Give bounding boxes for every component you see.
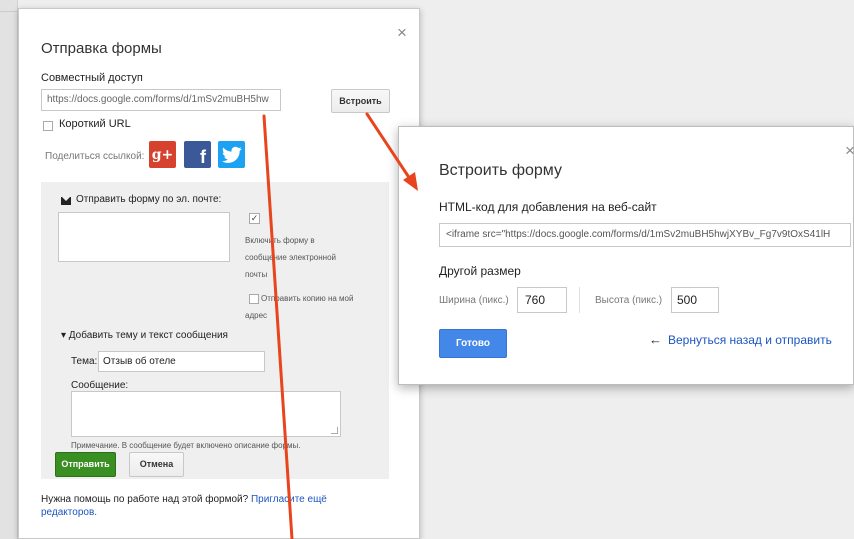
height-label: Высота (пикс.) <box>595 295 663 306</box>
message-textarea[interactable] <box>71 391 341 437</box>
back-link-label: Вернуться назад и отправить <box>668 333 832 347</box>
topic-input[interactable]: Отзыв об отеле <box>98 351 265 372</box>
sharing-label: Совместный доступ <box>41 72 143 84</box>
cancel-button[interactable]: Отмена <box>129 452 184 477</box>
email-section-title: Отправить форму по эл. почте: <box>76 194 222 205</box>
help-text: Нужна помощь по работе над этой формой? … <box>41 493 371 519</box>
back-and-send-link[interactable]: ← Вернуться назад и отправить <box>649 332 832 347</box>
size-divider <box>579 287 580 313</box>
include-form-label: Включить форму в сообщение электронной п… <box>245 236 336 279</box>
twitter-icon[interactable] <box>218 141 245 168</box>
add-subject-toggle[interactable]: ▾ Добавить тему и текст сообщения <box>61 330 228 341</box>
background-window-edge <box>0 0 18 539</box>
arrow-left-icon: ← <box>649 332 662 347</box>
embed-code-input[interactable]: <iframe src="https://docs.google.com/for… <box>439 223 851 247</box>
envelope-icon <box>61 197 71 205</box>
dialog-title: Отправка формы <box>41 40 162 57</box>
message-label: Сообщение: <box>71 380 129 391</box>
html-code-label: HTML-код для добавления на веб-сайт <box>439 200 657 214</box>
topic-label: Тема: <box>71 356 98 367</box>
width-label: Ширина (пикс.) <box>439 295 509 306</box>
short-url-checkbox[interactable] <box>43 121 53 131</box>
email-section: Отправить форму по эл. почте: ✓ Включить… <box>41 182 389 479</box>
height-input[interactable]: 500 <box>671 287 719 313</box>
short-url-label: Короткий URL <box>59 118 131 130</box>
email-recipients-input[interactable] <box>58 212 230 262</box>
send-form-dialog: × Отправка формы Совместный доступ https… <box>18 8 420 539</box>
background-divider <box>0 0 18 12</box>
facebook-icon[interactable]: f <box>184 141 211 168</box>
message-note: Примечание. В сообщение будет включено о… <box>71 441 301 450</box>
close-icon[interactable]: × <box>397 23 407 43</box>
twitter-bird-glyph <box>221 146 242 163</box>
other-size-label: Другой размер <box>439 264 521 278</box>
done-button[interactable]: Готово <box>439 329 507 358</box>
share-link-label: Поделиться ссылкой: <box>45 151 145 162</box>
send-button[interactable]: Отправить <box>55 452 116 477</box>
help-question: Нужна помощь по работе над этой формой? <box>41 494 249 505</box>
embed-form-dialog: × Встроить форму HTML-код для добавления… <box>398 126 854 385</box>
send-copy-label: Отправить копию на мой адрес <box>245 294 354 320</box>
close-icon[interactable]: × <box>845 141 854 161</box>
share-url-input[interactable]: https://docs.google.com/forms/d/1mSv2muB… <box>41 89 281 111</box>
google-plus-icon[interactable]: g+ <box>149 141 176 168</box>
include-form-checkbox[interactable]: ✓ <box>249 213 260 224</box>
embed-button[interactable]: Встроить <box>331 89 390 113</box>
dialog-title: Встроить форму <box>439 162 562 179</box>
width-input[interactable]: 760 <box>517 287 567 313</box>
